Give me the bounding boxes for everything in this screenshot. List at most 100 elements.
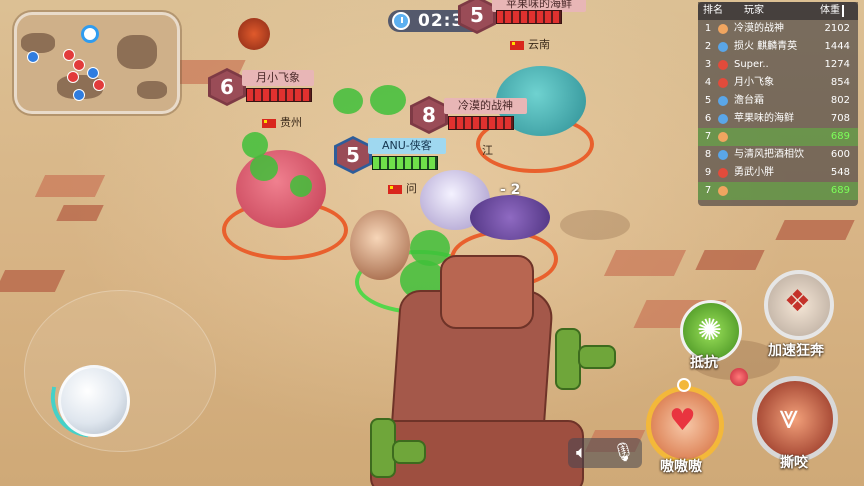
- purple-bat-monster: [470, 195, 550, 240]
- heart-icon: ♥: [669, 403, 696, 438]
- leaderboard-rank: 4: [704, 77, 712, 88]
- blue-monster-icon: [718, 96, 728, 106]
- leaderboard-row: 9 勇武小胖 548: [698, 164, 858, 182]
- leaderboard-rank: 3: [704, 59, 712, 70]
- microphone-icon[interactable]: 🎙︎: [612, 442, 635, 463]
- flag-icon: [842, 5, 854, 17]
- resist-skill-label: 抵抗: [690, 355, 718, 371]
- minimap[interactable]: [14, 12, 180, 114]
- joystick-knob[interactable]: [58, 365, 130, 437]
- leaderboard-rank-header: 排名: [703, 5, 723, 16]
- leaderboard-player-name: 勇武小胖: [734, 167, 774, 178]
- bite-skill-label: 撕咬: [780, 455, 808, 471]
- leaderboard-rank: 7: [704, 185, 712, 196]
- green-splat: [250, 155, 278, 181]
- leaderboard-player-header: 玩家: [744, 5, 764, 16]
- player-name: ANU-侠客: [368, 138, 446, 154]
- damage-number: - 2: [500, 182, 521, 198]
- leaderboard-row: 7 689: [698, 182, 858, 200]
- leaderboard-row: 5 澹台霜 802: [698, 92, 858, 110]
- player-health-bar: [372, 156, 438, 170]
- china-flag-icon: [510, 40, 524, 50]
- leaderboard-row: 3 Super.. 1274: [698, 56, 858, 74]
- china-flag-icon: [388, 184, 402, 194]
- blue-monster-icon: [718, 114, 728, 124]
- green-splat: [290, 175, 312, 197]
- red-monster-icon: [718, 78, 728, 88]
- player-tag: 6 月小飞象: [208, 68, 360, 106]
- player-level: 6: [208, 68, 246, 106]
- sprint-skill-label: 加速狂奔: [768, 343, 824, 359]
- player-level: 5: [334, 136, 372, 174]
- player-region: 贵州: [262, 114, 302, 130]
- leaderboard-rank: 2: [704, 41, 712, 52]
- ground-tile: [34, 175, 106, 197]
- leaderboard-row: 7 689: [698, 128, 858, 146]
- self-player-tag: 5 ANU-侠客: [334, 136, 484, 174]
- leaderboard-player-name: Super..: [734, 59, 769, 70]
- ground-tile: [603, 250, 687, 276]
- movement-joystick-area[interactable]: [24, 290, 216, 452]
- player-tag: 8 冷漠的战神: [410, 96, 560, 134]
- clock-icon: [392, 12, 410, 30]
- red-monster-icon: [718, 168, 728, 178]
- voice-controls: 🔈︎ 🎙︎: [568, 438, 642, 468]
- skill-ready-indicator: [677, 378, 691, 392]
- ground-tile: [775, 220, 855, 240]
- minimap-enemy-dot: [73, 89, 85, 101]
- player-region: 云南: [510, 36, 550, 52]
- fire-bug-creature: [238, 18, 270, 50]
- crown-icon: [718, 24, 728, 34]
- blue-monster-icon: [718, 42, 728, 52]
- leaderboard-row: 8 与清风把酒相饮 600: [698, 146, 858, 164]
- leaderboard-weight: 600: [830, 149, 850, 160]
- player-level: 8: [410, 96, 448, 134]
- ground-tile: [0, 270, 66, 292]
- leaderboard-rank: 1: [704, 23, 712, 34]
- red-rock-top: [440, 255, 534, 329]
- leaderboard-header: 排名 玩家 体重: [698, 2, 858, 20]
- player-health-bar: [448, 116, 514, 130]
- player-region-text: 贵州: [280, 116, 302, 129]
- player-name: 月小飞象: [242, 70, 314, 86]
- leaderboard-weight: 2102: [824, 23, 850, 34]
- china-flag-icon: [262, 118, 276, 128]
- leaderboard-weight: 708: [830, 113, 850, 124]
- taunt-skill-button[interactable]: ♥: [646, 386, 724, 464]
- leaderboard-weight: 1274: [824, 59, 850, 70]
- minimap-rock: [117, 35, 157, 69]
- shield-cat-icon: ✺: [697, 313, 723, 348]
- minimap-enemy-dot: [93, 79, 105, 91]
- green-splat: [370, 85, 406, 115]
- leaderboard-row: 6 苹果味的海鲜 708: [698, 110, 858, 128]
- speaker-icon[interactable]: 🔈︎: [576, 442, 587, 463]
- player-tag: 5 苹果味的海鲜: [458, 0, 608, 34]
- player-health-bar: [246, 88, 312, 102]
- taunt-skill-label: 嗷嗷嗷: [660, 459, 702, 475]
- minimap-enemy-dot: [63, 49, 75, 61]
- leaderboard-row: 1 冷漠的战神 2102: [698, 20, 858, 38]
- leaderboard-player-name: [734, 182, 810, 200]
- leaderboard-rank: 6: [704, 113, 712, 124]
- blue-monster-icon: [718, 150, 728, 160]
- leaderboard-player-name: 冷漠的战神: [734, 23, 784, 34]
- leaderboard-player-name: 月小飞象: [734, 77, 774, 88]
- minimap-enemy-dot: [87, 67, 99, 79]
- sprint-boot-icon: ❖: [784, 284, 811, 319]
- red-monster-icon: [718, 60, 728, 70]
- minimap-enemy-dot: [27, 51, 39, 63]
- player-name: 冷漠的战神: [444, 98, 527, 114]
- sprint-skill-button[interactable]: ❖: [764, 270, 834, 340]
- leaderboard-player-name: 澹台霜: [734, 95, 764, 106]
- minimap-rock: [21, 33, 55, 53]
- leaderboard-row: 4 月小飞象 854: [698, 74, 858, 92]
- leaderboard-weight: 689: [830, 185, 850, 196]
- cactus: [578, 345, 616, 369]
- ground-tile: [695, 250, 765, 270]
- bite-skill-button[interactable]: ⩔: [752, 376, 838, 462]
- leaderboard-weight: 854: [830, 77, 850, 88]
- player-level: 5: [458, 0, 496, 34]
- pink-dinosaur-monster: [236, 150, 326, 228]
- leaderboard-weight: 548: [830, 167, 850, 178]
- player-region-fragment: 问: [388, 180, 417, 196]
